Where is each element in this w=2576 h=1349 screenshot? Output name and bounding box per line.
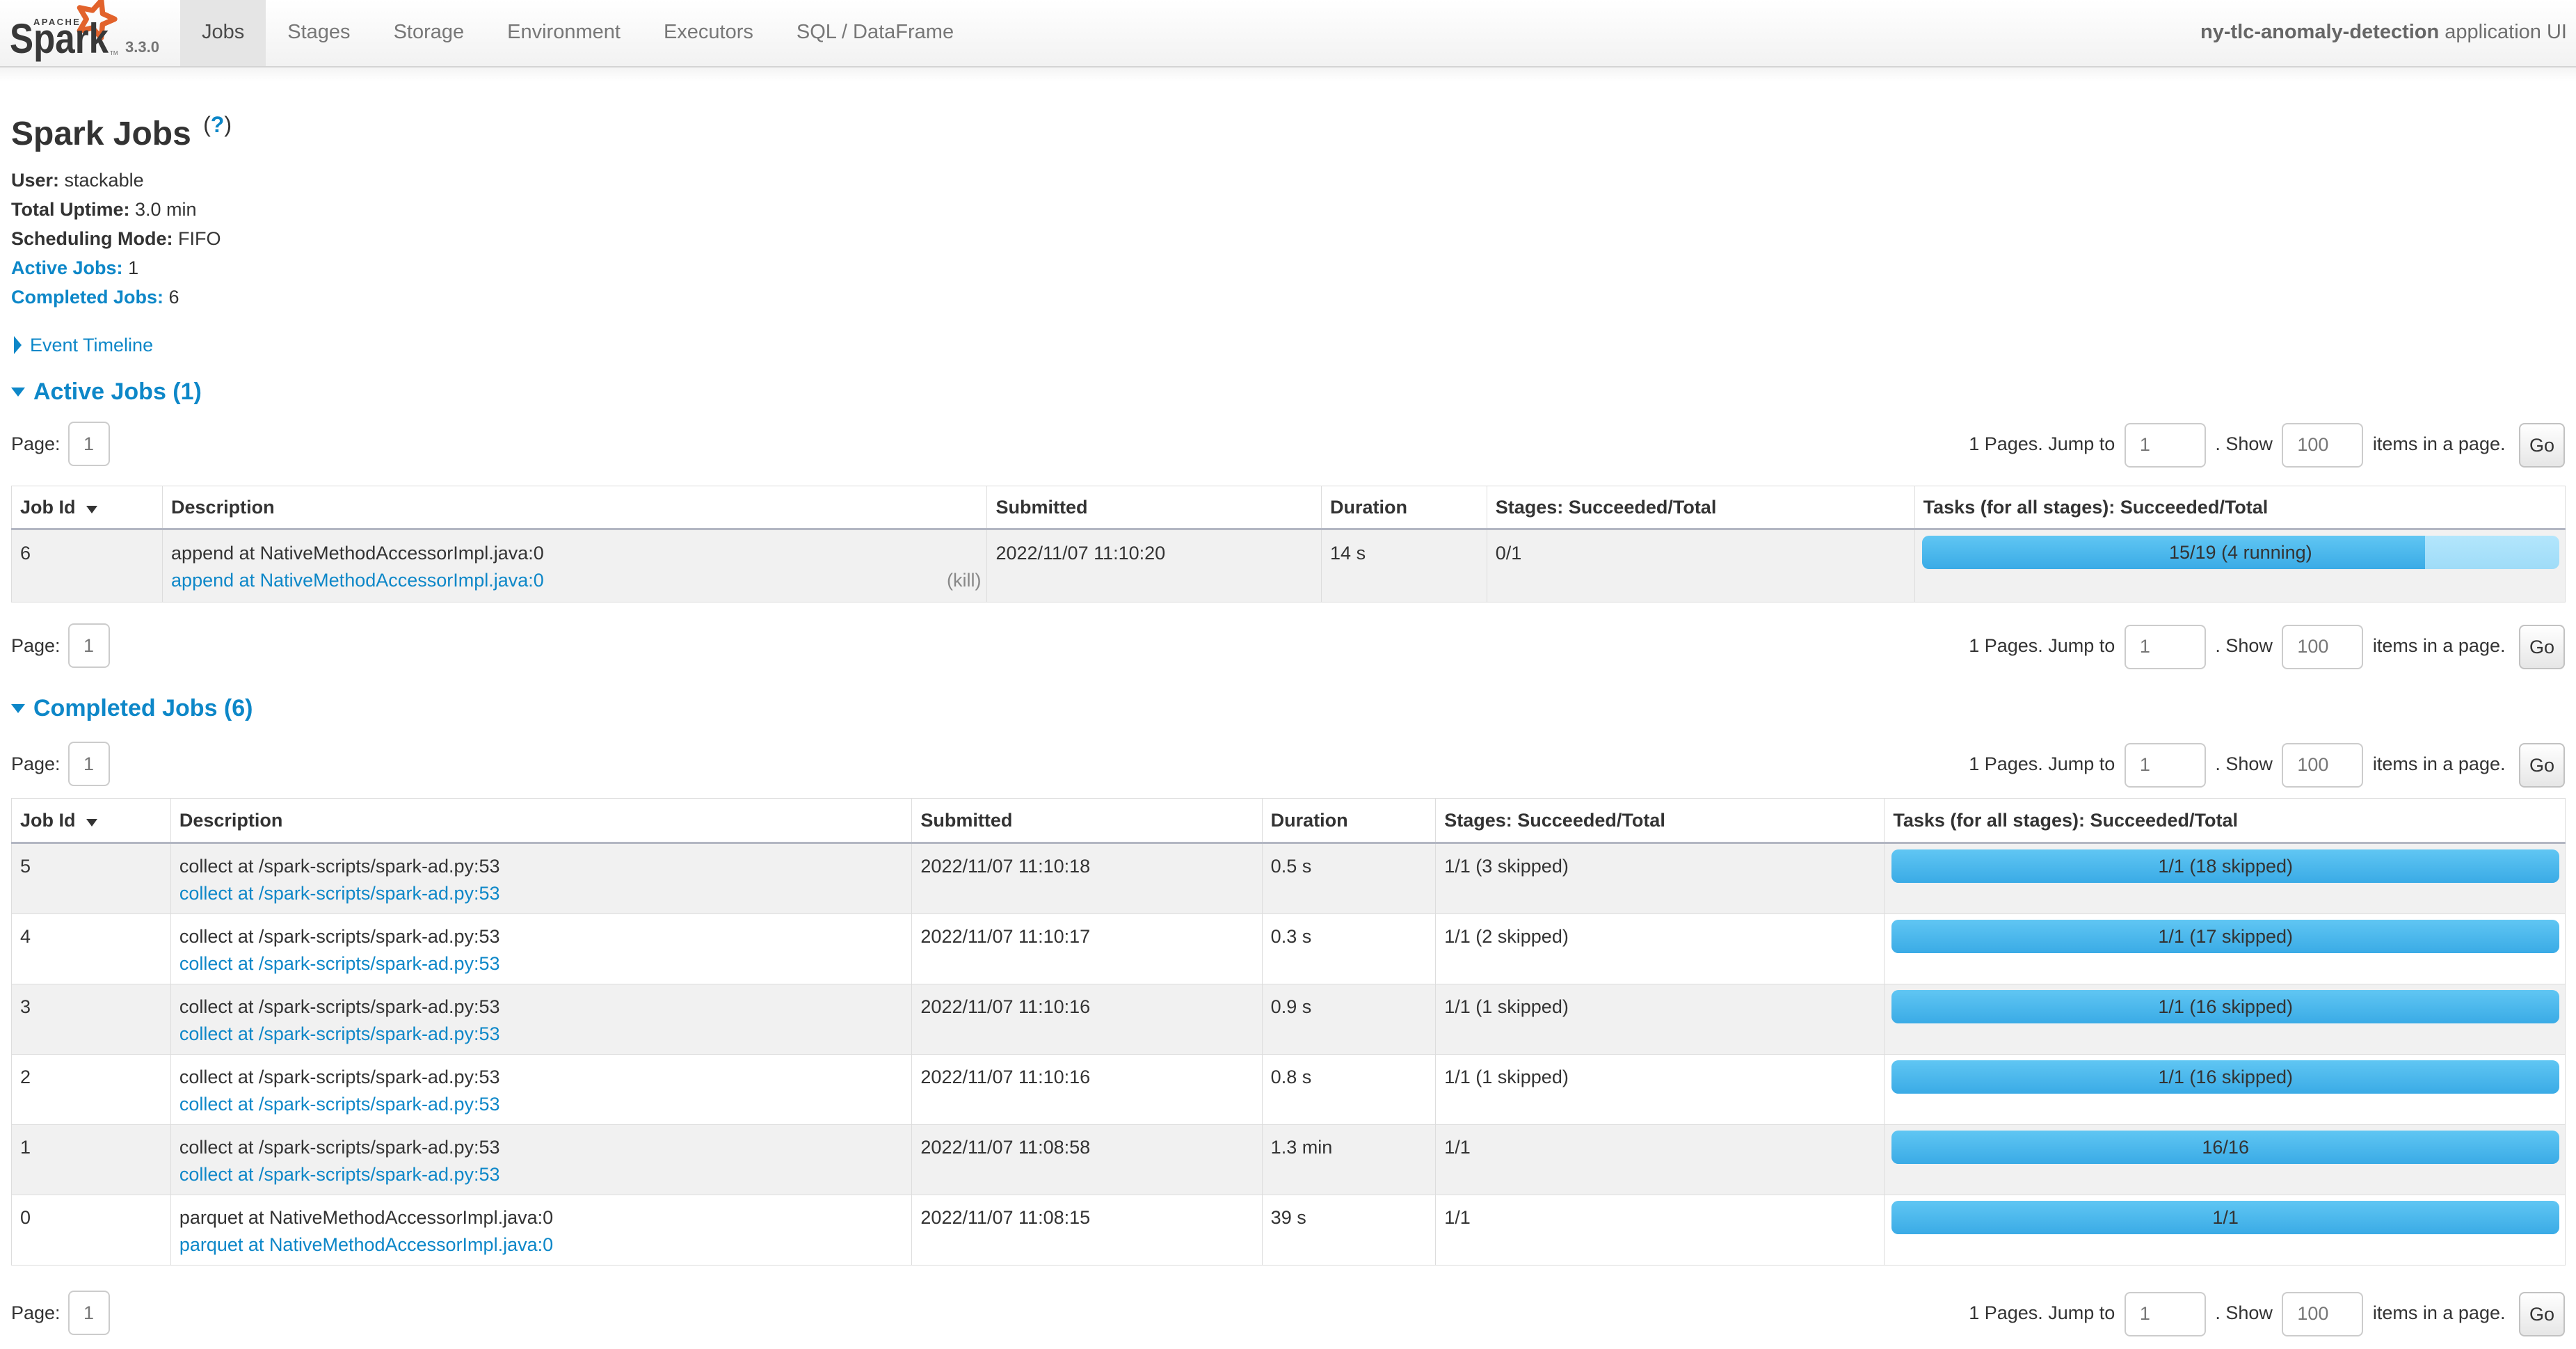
svg-text:TM: TM bbox=[110, 50, 118, 56]
svg-text:Spark: Spark bbox=[10, 15, 109, 62]
svg-text:3.3.0: 3.3.0 bbox=[125, 38, 159, 56]
